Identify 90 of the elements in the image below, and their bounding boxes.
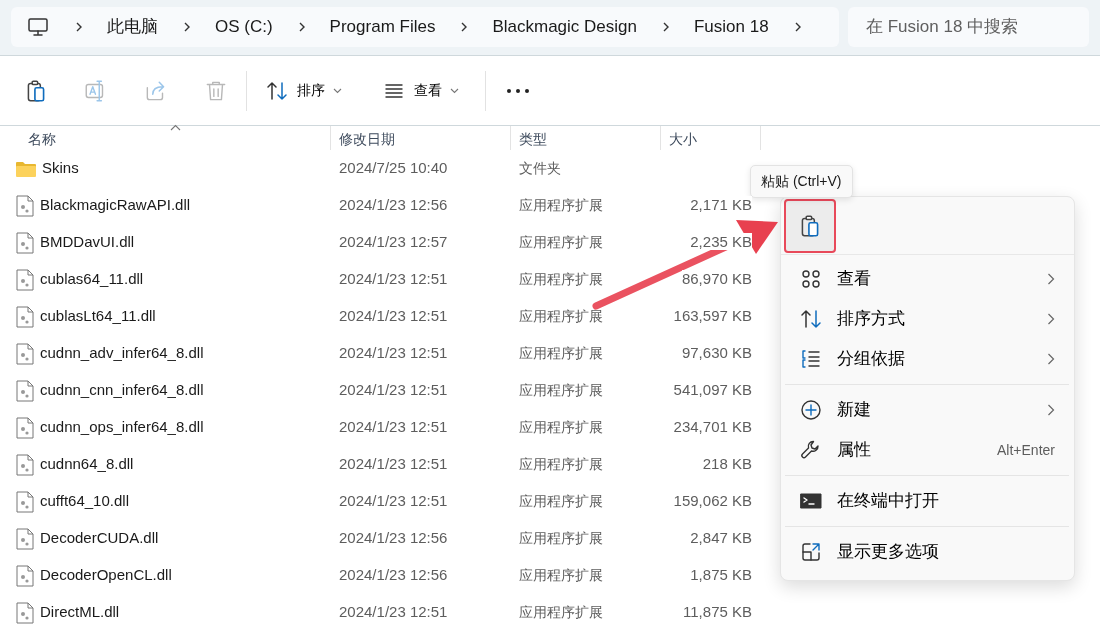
search-field[interactable]: 在 Fusion 18 中搜索 bbox=[848, 7, 1089, 47]
table-cell-text: 应用程序扩展 bbox=[518, 381, 604, 400]
table-cell-text: 2024/1/23 12:57 bbox=[338, 232, 449, 253]
menu-item[interactable]: 查看 bbox=[785, 259, 1069, 299]
caret-icon bbox=[333, 87, 342, 94]
file-gear-icon bbox=[16, 342, 34, 365]
more-icon bbox=[506, 87, 530, 94]
file-name[interactable]: Skins bbox=[42, 157, 79, 180]
table-cell-text: 2024/1/23 12:51 bbox=[338, 269, 449, 290]
add-circle-icon bbox=[799, 398, 823, 422]
table-cell: 86,970 KB bbox=[681, 270, 752, 288]
file-gear-icon bbox=[16, 268, 34, 291]
file-name[interactable]: cudnn_cnn_infer64_8.dll bbox=[40, 379, 204, 402]
file-name[interactable]: BMDDavUI.dll bbox=[40, 231, 135, 254]
chevron-icon bbox=[74, 20, 84, 34]
table-cell-text: 2024/1/23 12:51 bbox=[338, 491, 449, 512]
folder-icon bbox=[16, 160, 36, 177]
table-cell-text: 2024/1/23 12:51 bbox=[338, 602, 449, 623]
file-name[interactable]: DirectML.dll bbox=[40, 601, 120, 624]
file-name[interactable]: cudnn_adv_infer64_8.dll bbox=[40, 342, 204, 365]
chevron-icon bbox=[182, 20, 192, 34]
table-cell-text: 应用程序扩展 bbox=[518, 566, 604, 585]
menu-item[interactable]: 属性 Alt+Enter bbox=[785, 430, 1069, 470]
file-gear-icon bbox=[16, 564, 34, 587]
column-header[interactable]: 类型 bbox=[511, 126, 661, 150]
file-gear-icon bbox=[16, 305, 34, 328]
table-cell-text: 应用程序扩展 bbox=[518, 529, 604, 548]
file-name[interactable]: cublas64_11.dll bbox=[40, 268, 144, 291]
breadcrumb-item[interactable]: 此电脑 bbox=[107, 14, 158, 40]
table-cell-text: 2024/1/23 12:51 bbox=[338, 454, 449, 475]
table-cell: 2,171 KB bbox=[690, 196, 752, 214]
table-cell-text: 应用程序扩展 bbox=[518, 233, 604, 252]
file-gear-icon bbox=[16, 601, 34, 624]
table-cell-text: 文件夹 bbox=[518, 159, 562, 178]
table-cell-text: 2024/7/25 10:40 bbox=[338, 158, 449, 179]
file-gear-icon bbox=[16, 194, 34, 217]
file-gear-icon bbox=[16, 453, 34, 476]
table-cell-text: 应用程序扩展 bbox=[518, 307, 604, 326]
table-cell-text: 2024/1/23 12:56 bbox=[338, 565, 449, 586]
file-name[interactable]: cublasLt64_11.dll bbox=[40, 305, 156, 328]
table-cell-text: 2024/1/23 12:56 bbox=[338, 528, 449, 549]
breadcrumb-item[interactable]: Blackmagic Design bbox=[492, 14, 637, 40]
menu-item[interactable]: 显示更多选项 bbox=[785, 532, 1069, 572]
table-cell-text: 应用程序扩展 bbox=[518, 196, 604, 215]
column-header[interactable]: 修改日期 bbox=[331, 126, 511, 150]
sort-button[interactable]: 排序 bbox=[255, 72, 352, 109]
file-name[interactable]: cudnn64_8.dll bbox=[40, 453, 134, 476]
file-gear-icon bbox=[16, 527, 34, 550]
table-cell: 2,235 KB bbox=[690, 233, 752, 251]
file-gear-icon bbox=[16, 379, 34, 402]
menu-item[interactable]: 排序方式 bbox=[785, 299, 1069, 339]
file-name[interactable]: cufft64_10.dll bbox=[40, 490, 129, 513]
sort-arrows-icon bbox=[799, 307, 823, 331]
column-header[interactable]: 大小 bbox=[661, 126, 761, 150]
menu-item[interactable]: 新建 bbox=[785, 390, 1069, 430]
computer-icon bbox=[26, 15, 50, 39]
menu-item[interactable]: 在终端中打开 bbox=[785, 481, 1069, 521]
file-name[interactable]: BlackmagicRawAPI.dll bbox=[40, 194, 191, 217]
table-cell-text: 应用程序扩展 bbox=[518, 492, 604, 511]
file-name[interactable]: cudnn_ops_infer64_8.dll bbox=[40, 416, 204, 439]
table-cell-text: 2024/1/23 12:51 bbox=[338, 417, 449, 438]
table-cell-text: 应用程序扩展 bbox=[518, 270, 604, 289]
tooltip: 粘贴 (Ctrl+V) bbox=[750, 165, 853, 198]
menu-item[interactable]: 分组依据 bbox=[785, 339, 1069, 379]
table-cell-text: 应用程序扩展 bbox=[518, 418, 604, 437]
file-gear-icon bbox=[16, 231, 34, 254]
open-external-icon bbox=[799, 540, 823, 564]
shortcut-text: Alt+Enter bbox=[997, 440, 1055, 460]
file-gear-icon bbox=[16, 490, 34, 513]
table-cell-text: 2024/1/23 12:51 bbox=[338, 380, 449, 401]
address-bar[interactable]: 此电脑 OS (C:) Program Files Blackmagic Design Fusion 18 bbox=[11, 7, 839, 47]
table-cell-text: 应用程序扩展 bbox=[518, 455, 604, 474]
table-cell-text: 2024/1/23 12:51 bbox=[338, 343, 449, 364]
grouped-list-icon bbox=[799, 347, 823, 371]
breadcrumb-item[interactable]: Fusion 18 bbox=[694, 14, 769, 40]
table-cell-text: 2024/1/23 12:56 bbox=[338, 195, 449, 216]
table-cell-text: 应用程序扩展 bbox=[518, 344, 604, 363]
file-gear-icon bbox=[16, 416, 34, 439]
breadcrumb-item[interactable]: OS (C:) bbox=[215, 14, 273, 40]
file-name[interactable]: DecoderCUDA.dll bbox=[40, 527, 159, 550]
grid-icon bbox=[799, 267, 823, 291]
file-name[interactable]: DecoderOpenCL.dll bbox=[40, 564, 172, 587]
caret-icon bbox=[450, 87, 459, 94]
column-header[interactable]: 名称 bbox=[0, 126, 331, 150]
chevron-icon bbox=[661, 20, 671, 34]
breadcrumb-item[interactable]: Program Files bbox=[329, 14, 436, 40]
table-cell-text: 应用程序扩展 bbox=[518, 603, 604, 622]
paste-button[interactable] bbox=[784, 198, 836, 253]
table-cell-text: 2024/1/23 12:51 bbox=[338, 306, 449, 327]
view-button[interactable]: 查看 bbox=[372, 72, 469, 109]
